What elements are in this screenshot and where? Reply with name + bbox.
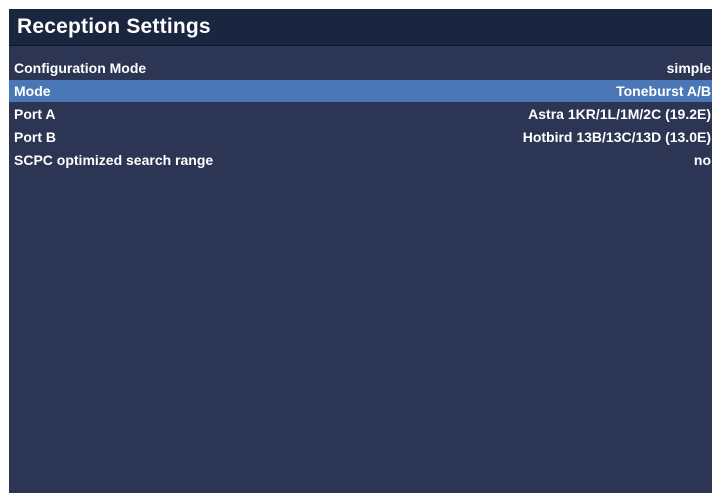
setting-value: Toneburst A/B (616, 83, 711, 99)
reception-settings-screen: Reception Settings Configuration Mode si… (9, 9, 712, 493)
setting-row-scpc-search-range[interactable]: SCPC optimized search range no (9, 149, 712, 171)
setting-label: Mode (14, 83, 51, 99)
setting-row-configuration-mode[interactable]: Configuration Mode simple (9, 57, 712, 79)
setting-value: Astra 1KR/1L/1M/2C (19.2E) (528, 106, 711, 122)
setting-row-mode[interactable]: Mode Toneburst A/B (9, 80, 712, 102)
setting-value: Hotbird 13B/13C/13D (13.0E) (522, 129, 711, 145)
setting-value: no (693, 152, 711, 168)
title-bar: Reception Settings (9, 9, 712, 46)
settings-list: Configuration Mode simple Mode Toneburst… (9, 57, 712, 171)
setting-label: Configuration Mode (14, 60, 147, 76)
page-title: Reception Settings (17, 15, 211, 38)
setting-label: Port A (14, 106, 56, 122)
setting-value: simple (666, 60, 711, 76)
setting-row-port-b[interactable]: Port B Hotbird 13B/13C/13D (13.0E) (9, 126, 712, 148)
setting-label: Port B (14, 129, 56, 145)
setting-label: SCPC optimized search range (14, 152, 214, 168)
setting-row-port-a[interactable]: Port A Astra 1KR/1L/1M/2C (19.2E) (9, 103, 712, 125)
